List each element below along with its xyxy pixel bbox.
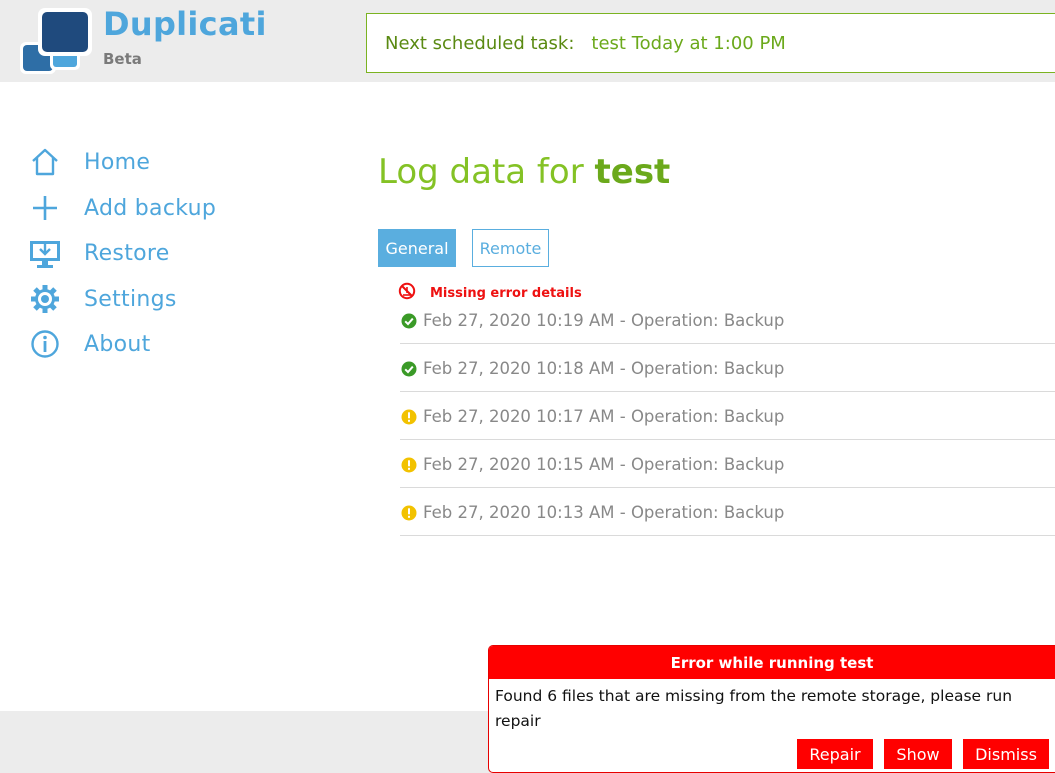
app-name: Duplicati (103, 5, 267, 43)
log-entry[interactable]: Feb 27, 2020 10:15 AM - Operation: Backu… (400, 440, 1055, 488)
warning-icon (401, 457, 417, 472)
tab-general[interactable]: General (378, 229, 456, 267)
info-icon (28, 327, 62, 361)
tab-remote[interactable]: Remote (472, 229, 549, 267)
log-list: Feb 27, 2020 10:19 AM - Operation: Backu… (400, 296, 1055, 536)
repair-button[interactable]: Repair (797, 739, 873, 769)
next-task-value[interactable]: test Today at 1:00 PM (591, 33, 785, 54)
page-title: Log data for test (378, 152, 670, 192)
sidebar-item-about[interactable]: About (28, 324, 268, 364)
dismiss-button[interactable]: Dismiss (963, 739, 1049, 769)
warning-icon (401, 505, 417, 520)
log-entry-text: Feb 27, 2020 10:15 AM - Operation: Backu… (423, 455, 785, 474)
log-entry[interactable]: Feb 27, 2020 10:17 AM - Operation: Backu… (400, 392, 1055, 440)
error-message: Found 6 files that are missing from the … (495, 687, 1013, 730)
sidebar-item-label: Settings (84, 286, 177, 312)
error-notification: Error while running test Found 6 files t… (488, 645, 1055, 773)
log-entry[interactable]: Feb 27, 2020 10:13 AM - Operation: Backu… (400, 488, 1055, 536)
error-title: Error while running test (489, 646, 1055, 679)
sidebar-item-label: Home (84, 149, 151, 175)
log-entry-text: Feb 27, 2020 10:19 AM - Operation: Backu… (423, 311, 785, 330)
sidebar-item-label: About (84, 331, 151, 357)
sidebar-item-label: Add backup (84, 195, 217, 221)
log-entry-text: Feb 27, 2020 10:13 AM - Operation: Backu… (423, 503, 785, 522)
duplicati-logo (20, 8, 92, 74)
plus-icon (28, 191, 62, 225)
success-check-icon (401, 361, 417, 376)
warning-icon (401, 409, 417, 424)
sidebar-item-home[interactable]: Home (28, 142, 268, 182)
home-icon (28, 145, 62, 179)
log-entry[interactable]: Feb 27, 2020 10:18 AM - Operation: Backu… (400, 344, 1055, 392)
sidebar-item-settings[interactable]: Settings (28, 279, 268, 319)
success-check-icon (401, 313, 417, 328)
log-entry-text: Feb 27, 2020 10:17 AM - Operation: Backu… (423, 407, 785, 426)
app-edition: Beta (103, 50, 142, 68)
sidebar-item-label: Restore (84, 240, 170, 266)
gear-icon (28, 282, 62, 316)
log-entry-text: Feb 27, 2020 10:18 AM - Operation: Backu… (423, 359, 785, 378)
page-title-prefix: Log data for (378, 152, 584, 192)
page-title-backup-name: test (594, 152, 671, 192)
next-scheduled-task[interactable]: Next scheduled task: test Today at 1:00 … (366, 13, 1055, 73)
next-task-label: Next scheduled task: (385, 32, 575, 54)
show-button[interactable]: Show (884, 739, 952, 769)
restore-icon (28, 236, 62, 270)
log-entry[interactable]: Feb 27, 2020 10:19 AM - Operation: Backu… (400, 296, 1055, 344)
sidebar-item-add-backup[interactable]: Add backup (28, 188, 268, 228)
app-header: Duplicati Beta Next scheduled task: test… (0, 0, 1055, 82)
sidebar-item-restore[interactable]: Restore (28, 233, 268, 273)
